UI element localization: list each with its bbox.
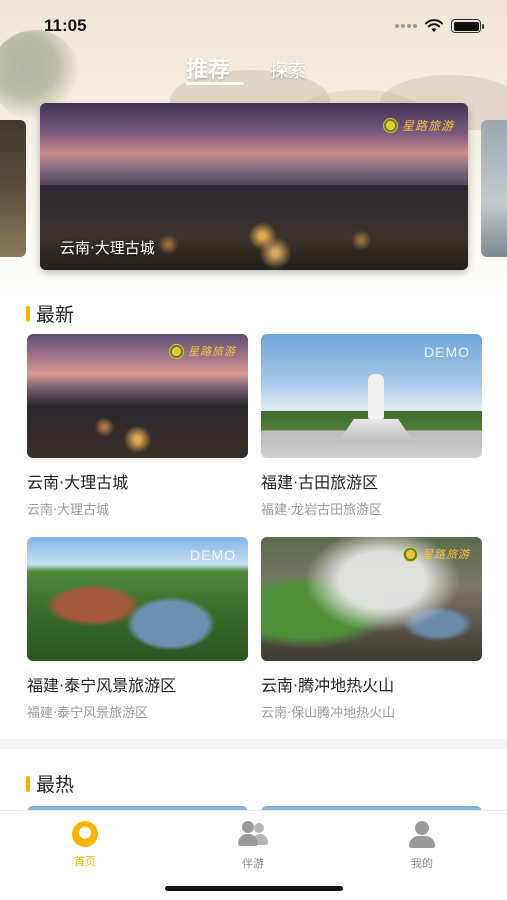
brand-logo: 星路旅游 [382, 117, 454, 134]
companions-icon [238, 821, 268, 849]
battery-icon [451, 19, 484, 33]
destination-card[interactable]: DEMO 福建·泰宁风景旅游区 福建·泰宁风景旅游区 [27, 537, 248, 721]
card-title: 福建·泰宁风景旅游区 [27, 676, 177, 695]
section-latest-title: 最新 [26, 300, 74, 327]
tab-companions-label: 伴游 [242, 857, 264, 870]
section-divider [0, 739, 507, 749]
brand-logo: 星路旅游 [403, 546, 470, 562]
wifi-icon [425, 19, 443, 32]
section-accent-bar [26, 305, 30, 322]
brand-logo: 星路旅游 [169, 343, 236, 359]
signal-dots-icon [395, 24, 417, 28]
card-badge: DEMO [190, 547, 236, 563]
banner-carousel[interactable]: 星路旅游 云南·大理古城 [0, 103, 507, 273]
top-tabs: 推荐 探索 [0, 52, 507, 92]
card-subtitle: 福建·泰宁风景旅游区 [27, 706, 149, 721]
tab-home-label: 首页 [74, 855, 96, 868]
status-icons [395, 19, 484, 33]
tab-profile-label: 我的 [411, 857, 433, 870]
pedestal-shape [339, 419, 413, 441]
card-thumbnail: 星路旅游 [27, 334, 248, 458]
destination-card[interactable]: 星路旅游 云南·腾冲地热火山 云南·保山腾冲地热火山 [261, 537, 482, 721]
carousel-prev-card[interactable] [0, 120, 26, 257]
brand-logo-icon [169, 343, 184, 359]
brand-logo-icon [382, 118, 398, 133]
tab-profile[interactable]: 我的 [382, 821, 462, 871]
tab-explore[interactable]: 探索 [270, 57, 306, 83]
card-thumbnail: DEMO [261, 334, 482, 458]
tab-home[interactable]: 首页 [45, 821, 125, 869]
section-accent-bar [26, 775, 30, 792]
card-title: 云南·腾冲地热火山 [261, 676, 395, 695]
tab-recommend[interactable]: 推荐 [186, 52, 230, 84]
carousel-main-card[interactable]: 星路旅游 云南·大理古城 [40, 103, 468, 270]
card-subtitle: 云南·保山腾冲地热火山 [261, 706, 396, 721]
card-title: 云南·大理古城 [27, 473, 129, 492]
home-icon [72, 821, 98, 847]
carousel-next-card[interactable] [481, 120, 507, 257]
statue-shape [368, 374, 384, 419]
home-indicator [165, 886, 343, 891]
brand-logo-icon [403, 546, 418, 562]
brand-logo-text: 星路旅游 [401, 119, 454, 133]
section-hottest-label: 最热 [36, 774, 75, 796]
tab-active-indicator [186, 82, 244, 85]
section-latest-label: 最新 [36, 304, 75, 326]
card-title: 福建·古田旅游区 [261, 473, 379, 492]
section-hottest-title: 最热 [26, 770, 74, 797]
destination-card[interactable]: DEMO 福建·古田旅游区 福建·龙岩古田旅游区 [261, 334, 482, 518]
destination-card[interactable]: 星路旅游 云南·大理古城 云南·大理古城 [27, 334, 248, 518]
card-badge: 星路旅游 [422, 548, 470, 561]
profile-icon [407, 821, 437, 849]
status-bar: 11:05 [0, 0, 507, 54]
card-subtitle: 云南·大理古城 [27, 503, 110, 518]
card-subtitle: 福建·龙岩古田旅游区 [261, 503, 383, 518]
card-badge: 星路旅游 [188, 345, 236, 358]
status-time: 11:05 [44, 16, 87, 35]
card-badge: DEMO [424, 344, 470, 360]
tab-companions[interactable]: 伴游 [213, 821, 293, 871]
card-thumbnail: 星路旅游 [261, 537, 482, 661]
banner-caption: 云南·大理古城 [60, 239, 155, 257]
card-thumbnail: DEMO [27, 537, 248, 661]
